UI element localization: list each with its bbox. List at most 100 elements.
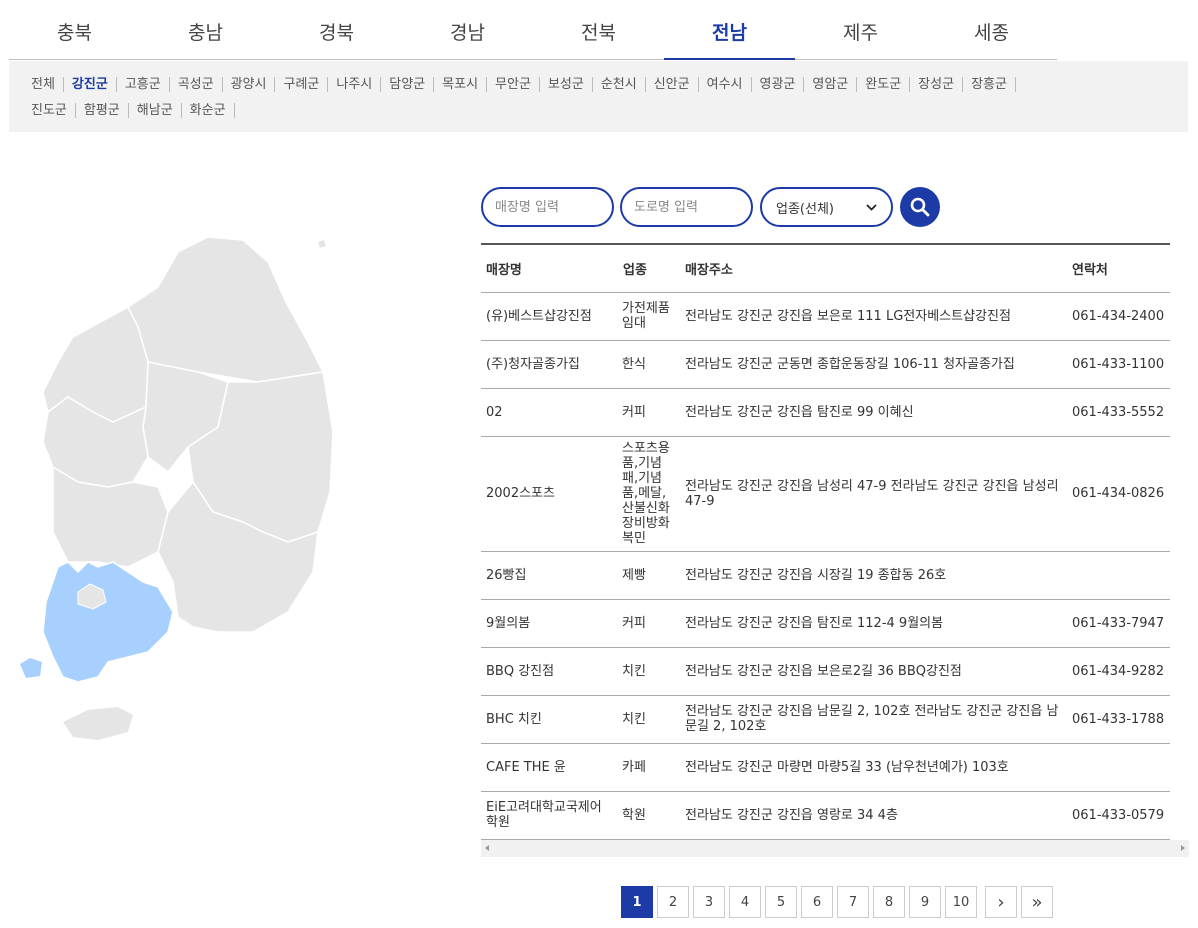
district-filter-item[interactable]: 장성군 [910, 76, 964, 92]
store-phone-cell [1067, 551, 1170, 600]
region-tab[interactable]: 경북 [271, 0, 402, 59]
map-jeju [63, 707, 133, 740]
district-filter-item[interactable]: 광양시 [223, 76, 276, 92]
district-filter-item[interactable]: 장흥군 [963, 76, 1016, 92]
store-table: 매장명 업종 매장주소 연락처 (유)베스트샵강진점 가전제품 임대 전라남도 강진… [481, 243, 1170, 840]
store-type-cell: 커피 [618, 599, 680, 648]
store-type-cell: 한식 [618, 340, 680, 389]
col-header-phone: 연락처 [1067, 244, 1170, 293]
road-name-input[interactable] [620, 187, 753, 227]
store-phone-cell: 061-434-2400 [1067, 292, 1170, 341]
table-row: (주)청자골종가집 한식 전라남도 강진군 군동면 종합운동장길 106-11 청자… [481, 340, 1170, 389]
store-phone-cell: 061-433-1788 [1067, 695, 1170, 744]
district-filter-item[interactable]: 해남군 [129, 102, 182, 118]
page-button[interactable]: 6 [801, 886, 833, 918]
store-type-cell: 가전제품 임대 [618, 292, 680, 341]
store-address-cell: 전라남도 강진군 강진읍 보은로 111 LG전자베스트샵강진점 [680, 292, 1067, 341]
store-phone-cell: 061-433-5552 [1067, 388, 1170, 437]
store-phone-cell: 061-434-9282 [1067, 647, 1170, 696]
district-row: 진도군 함평군 해남군 화순군 [25, 97, 1188, 123]
store-address-cell: 전라남도 강진군 강진읍 시장길 19 종합동 26호 [680, 551, 1067, 600]
page-button[interactable]: 1 [621, 886, 653, 918]
region-tab[interactable]: 경남 [402, 0, 533, 59]
category-select[interactable]: 업종(선체) [760, 187, 893, 227]
district-filter-item[interactable]: 구례군 [275, 76, 329, 92]
district-filter-item[interactable]: 영광군 [752, 76, 805, 92]
store-address-cell: 전라남도 강진군 마량면 마량5길 33 (남우천년예가) 103호 [680, 743, 1067, 792]
store-address-cell: 전라남도 강진군 강진읍 남성리 47-9 전라남도 강진군 강진읍 남성리 4… [680, 436, 1067, 552]
district-filter-item[interactable]: 곡성군 [170, 76, 223, 92]
table-header-row: 매장명 업종 매장주소 연락처 [481, 244, 1170, 293]
store-address-cell: 전라남도 강진군 군동면 종합운동장길 106-11 청자골종가집 [680, 340, 1067, 389]
table-horizontal-scrollbar[interactable] [481, 840, 1189, 857]
map-ulleung [318, 240, 326, 248]
store-type-cell: 치킨 [618, 647, 680, 696]
store-name-input[interactable] [481, 187, 614, 227]
table-row: EiE고려대학교국제어학원 학원 전라남도 강진군 강진읍 영랑로 34 4층 061… [481, 791, 1170, 840]
store-name-cell: (주)청자골종가집 [481, 340, 618, 389]
page-button[interactable]: 5 [765, 886, 797, 918]
store-name-cell: CAFE THE 윤 [481, 743, 618, 792]
district-filter-item[interactable]: 보성군 [540, 76, 593, 92]
district-filter-item[interactable]: 신안군 [646, 76, 699, 92]
district-filter-bar: 전체 강진군 고흥군 곡성군 광양시 구례군 나주시 담양군 목포시 무안군 보성군 순천시 신안군 여수… [9, 61, 1188, 132]
district-filter-item[interactable]: 진도군 [25, 102, 76, 118]
district-filter-item[interactable]: 전체 [25, 76, 64, 92]
table-row: CAFE THE 윤 카페 전라남도 강진군 마량면 마량5길 33 (남우천년예가… [481, 743, 1170, 792]
district-filter-item[interactable]: 고흥군 [117, 76, 170, 92]
store-name-cell: 26빵집 [481, 551, 618, 600]
table-row: 9월의봄 커피 전라남도 강진군 강진읍 탐진로 112-4 9월의봄 061-433… [481, 599, 1170, 648]
search-button[interactable] [900, 187, 940, 227]
page-button[interactable]: 10 [945, 886, 977, 918]
last-page-button[interactable]: » [1021, 886, 1053, 918]
page-button[interactable]: 9 [909, 886, 941, 918]
search-icon [910, 197, 930, 217]
scroll-right-arrow-icon[interactable] [1181, 845, 1185, 851]
store-type-cell: 치킨 [618, 695, 680, 744]
col-header-address: 매장주소 [680, 244, 1067, 293]
next-page-button[interactable]: › [985, 886, 1017, 918]
district-row: 전체 강진군 고흥군 곡성군 광양시 구례군 나주시 담양군 목포시 무안군 보성군 순천시 신안군 여수… [25, 71, 1188, 97]
page-button[interactable]: 2 [657, 886, 689, 918]
district-filter-item[interactable]: 화순군 [182, 102, 235, 118]
store-name-cell: BHC 치킨 [481, 695, 618, 744]
map-region-jeonnam [42, 561, 174, 683]
page-button[interactable]: 7 [837, 886, 869, 918]
district-filter-item[interactable]: 완도군 [857, 76, 911, 92]
store-type-cell: 카페 [618, 743, 680, 792]
region-tab[interactable]: 전북 [533, 0, 664, 59]
district-filter-item[interactable]: 담양군 [381, 76, 435, 92]
district-filter-item[interactable]: 여수시 [699, 76, 752, 92]
region-tab[interactable]: 제주 [795, 0, 926, 59]
store-phone-cell: 061-433-1100 [1067, 340, 1170, 389]
district-filter-item[interactable]: 목포시 [434, 76, 488, 92]
district-filter-item[interactable]: 나주시 [328, 76, 382, 92]
store-address-cell: 전라남도 강진군 강진읍 영랑로 34 4층 [680, 791, 1067, 840]
store-address-cell: 전라남도 강진군 강진읍 탐진로 112-4 9월의봄 [680, 599, 1067, 648]
store-phone-cell: 061-433-7947 [1067, 599, 1170, 648]
scroll-left-arrow-icon[interactable] [485, 845, 489, 851]
region-tabs: 충북 충남 경북 경남 전북 전남 제주 세종 [9, 0, 1057, 60]
map-jeonnam-island [20, 658, 42, 678]
store-address-cell: 전라남도 강진군 강진읍 보은로2길 36 BBQ강진점 [680, 647, 1067, 696]
region-tab[interactable]: 충남 [140, 0, 271, 59]
table-row: 26빵집 제빵 전라남도 강진군 강진읍 시장길 19 종합동 26호 [481, 551, 1170, 600]
district-filter-item[interactable]: 영암군 [804, 76, 858, 92]
page-button[interactable]: 8 [873, 886, 905, 918]
district-filter-item[interactable]: 강진군 [64, 76, 117, 92]
table-row: 2002스포츠 스포츠용품,기념패,기념품,메달,산불신화장비방화복민 전라남도 강… [481, 436, 1170, 552]
region-tab[interactable]: 전남 [664, 0, 795, 60]
page-button[interactable]: 3 [693, 886, 725, 918]
district-filter-item[interactable]: 순천시 [593, 76, 646, 92]
region-tab[interactable]: 세종 [926, 0, 1057, 59]
table-row: BHC 치킨 치킨 전라남도 강진군 강진읍 남문길 2, 102호 전라남도 강진… [481, 695, 1170, 744]
district-filter-item[interactable]: 함평군 [76, 102, 129, 118]
store-address-cell: 전라남도 강진군 강진읍 남문길 2, 102호 전라남도 강진군 강진읍 남문… [680, 695, 1067, 744]
store-type-cell: 제빵 [618, 551, 680, 600]
col-header-name: 매장명 [481, 244, 618, 293]
region-tab[interactable]: 충북 [9, 0, 140, 59]
page-button[interactable]: 4 [729, 886, 761, 918]
store-name-cell: EiE고려대학교국제어학원 [481, 791, 618, 840]
district-filter-item[interactable]: 무안군 [487, 76, 540, 92]
store-name-cell: (유)베스트샵강진점 [481, 292, 618, 341]
